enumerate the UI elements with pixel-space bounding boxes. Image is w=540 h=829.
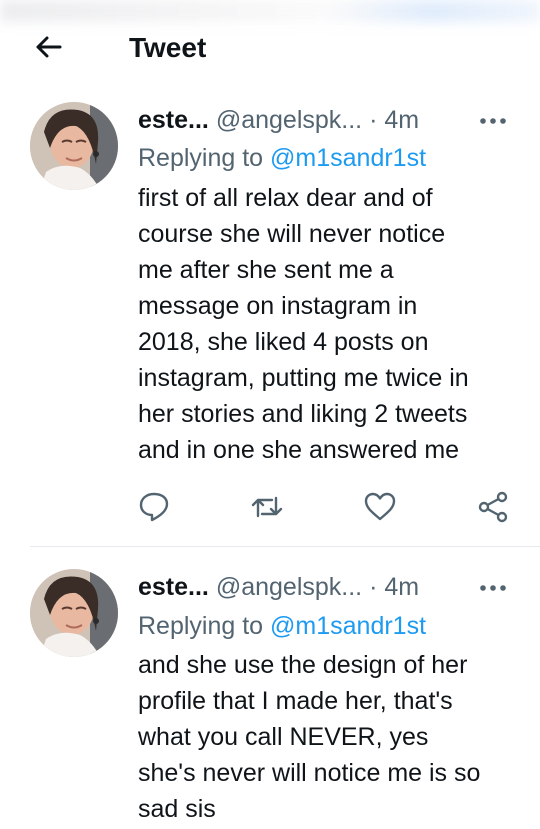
tweet-actions — [0, 490, 540, 530]
display-name[interactable]: este... — [138, 573, 209, 601]
replying-prefix: Replying to — [138, 612, 264, 640]
tweet-text: and she use the design of her profile th… — [138, 647, 518, 827]
avatar[interactable] — [30, 569, 118, 657]
timestamp[interactable]: 4m — [384, 573, 419, 601]
user-handle[interactable]: @angelspk... — [216, 106, 362, 134]
tweet-text-line: course she will never notice — [138, 220, 446, 248]
replying-to: Replying to @m1sandr1st — [138, 610, 426, 642]
replying-to: Replying to @m1sandr1st — [138, 142, 426, 174]
back-arrow-icon[interactable] — [33, 32, 63, 62]
tweet-text-line: profile that I made her, that's — [138, 687, 453, 715]
tweet-text: first of all relax dear and of course sh… — [138, 180, 518, 468]
tweet-text-line: me after she sent me a — [138, 256, 394, 284]
heart-icon[interactable] — [363, 490, 397, 524]
tweet-text-line: her stories and liking 2 tweets — [138, 400, 468, 428]
tweet-text-line: first of all relax dear and of — [138, 184, 433, 212]
retweet-icon[interactable] — [250, 490, 284, 524]
tweet-text-line: 2018, she liked 4 posts on — [138, 328, 429, 356]
status-bar-blur — [0, 0, 540, 22]
tweet-text-line: sad sis — [138, 795, 216, 823]
user-handle[interactable]: @angelspk... — [216, 573, 362, 601]
more-dots-icon[interactable] — [478, 111, 508, 131]
page-title: Tweet — [129, 32, 207, 63]
reply-icon[interactable] — [137, 490, 171, 524]
tweet-meta: este... @angelspk... · 4m — [138, 104, 419, 136]
tweet-text-line: instagram, putting me twice in — [138, 364, 469, 392]
display-name[interactable]: este... — [138, 106, 209, 134]
divider — [30, 546, 540, 547]
top-bar: Tweet — [0, 20, 540, 80]
tweet-text-line: and in one she answered me — [138, 436, 460, 464]
replying-prefix: Replying to — [138, 144, 264, 172]
tweet-text-line: she's never will notice me is so — [138, 759, 481, 787]
replying-handle-link[interactable]: @m1sandr1st — [270, 612, 426, 640]
more-dots-icon[interactable] — [478, 578, 508, 598]
tweet-meta: este... @angelspk... · 4m — [138, 571, 419, 603]
timestamp[interactable]: 4m — [384, 106, 419, 134]
share-icon[interactable] — [476, 490, 510, 524]
tweet-text-line: message on instagram in — [138, 292, 418, 320]
avatar[interactable] — [30, 102, 118, 190]
separator-dot: · — [369, 106, 378, 134]
tweet-text-line: what you call NEVER, yes — [138, 723, 429, 751]
tweet-text-line: and she use the design of her — [138, 651, 468, 679]
replying-handle-link[interactable]: @m1sandr1st — [270, 144, 426, 172]
separator-dot: · — [369, 573, 378, 601]
